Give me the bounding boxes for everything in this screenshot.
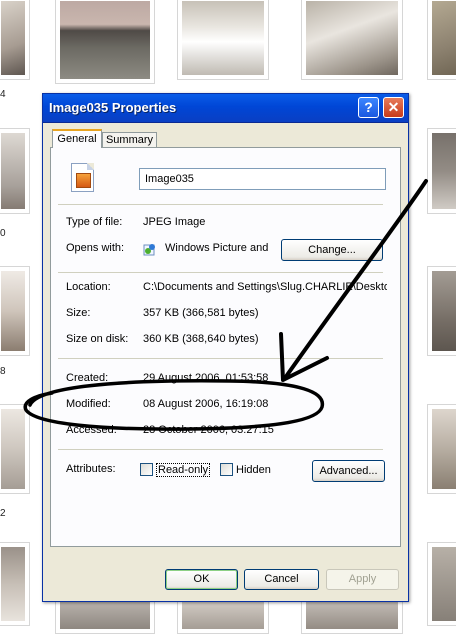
type-value: JPEG Image	[143, 216, 206, 228]
accessed-label: Accessed:	[66, 424, 117, 436]
thumbnail[interactable]	[427, 266, 456, 356]
separator	[58, 204, 383, 205]
close-button[interactable]: ✕	[383, 97, 404, 118]
thumbnail[interactable]	[55, 0, 155, 84]
created-value: 29 August 2006, 01:53:58	[143, 372, 269, 384]
thumbnail[interactable]	[427, 0, 456, 80]
thumbnail[interactable]	[427, 128, 456, 214]
attributes-label: Attributes:	[66, 463, 116, 475]
thumbnail-caption: 8	[0, 366, 6, 377]
thumbnail[interactable]	[301, 0, 403, 80]
modified-label: Modified:	[66, 398, 111, 410]
cancel-button[interactable]: Cancel	[244, 569, 319, 590]
modified-value: 08 August 2006, 16:19:08	[143, 398, 269, 410]
hidden-label[interactable]: Hidden	[236, 464, 271, 476]
size-on-disk-label: Size on disk:	[66, 333, 129, 345]
created-label: Created:	[66, 372, 109, 384]
thumbnail[interactable]	[0, 542, 30, 626]
ok-button[interactable]: OK	[165, 569, 238, 590]
size-label: Size:	[66, 307, 91, 319]
thumbnail[interactable]	[177, 0, 269, 80]
thumbnail-caption: 4	[0, 89, 6, 100]
size-value: 357 KB (366,581 bytes)	[143, 307, 259, 319]
thumbnail[interactable]	[0, 404, 30, 494]
tab-general[interactable]: General	[52, 129, 102, 148]
help-button[interactable]: ?	[358, 97, 379, 118]
thumbnail[interactable]	[427, 542, 456, 626]
thumbnail[interactable]	[427, 404, 456, 494]
apply-button[interactable]: Apply	[326, 569, 399, 590]
readonly-label[interactable]: Read-only	[156, 463, 211, 477]
location-label: Location:	[66, 281, 111, 293]
opens-with-value: Windows Picture and F	[165, 242, 271, 254]
jpeg-file-icon	[71, 163, 94, 192]
readonly-checkbox[interactable]	[140, 463, 153, 476]
type-label: Type of file:	[66, 216, 123, 228]
general-panel	[50, 147, 401, 547]
size-on-disk-value: 360 KB (368,640 bytes)	[143, 333, 259, 345]
location-value[interactable]: C:\Documents and Settings\Slug.CHARLIE\D…	[143, 281, 387, 293]
thumbnail[interactable]	[0, 266, 30, 356]
change-button[interactable]: Change...	[281, 239, 383, 261]
advanced-button[interactable]: Advanced...	[312, 460, 385, 482]
thumbnail-caption: 2	[0, 508, 6, 519]
hidden-checkbox[interactable]	[220, 463, 233, 476]
title-bar[interactable]: Image035 Properties ? ✕	[43, 94, 408, 123]
tab-summary[interactable]: Summary	[102, 132, 157, 148]
dialog-title: Image035 Properties	[49, 100, 177, 115]
separator	[58, 272, 383, 273]
picture-viewer-icon	[143, 244, 155, 256]
opens-with-label: Opens with:	[66, 242, 125, 254]
thumbnail[interactable]	[0, 0, 30, 80]
thumbnail-caption: 0	[0, 228, 6, 239]
properties-dialog: Image035 Properties ? ✕ General Summary …	[42, 93, 409, 602]
separator	[58, 358, 383, 359]
thumbnail[interactable]	[0, 128, 30, 214]
file-name-input[interactable]: Image035	[139, 168, 386, 190]
accessed-value: 28 October 2006, 03:27:15	[143, 424, 274, 436]
separator	[58, 449, 383, 450]
